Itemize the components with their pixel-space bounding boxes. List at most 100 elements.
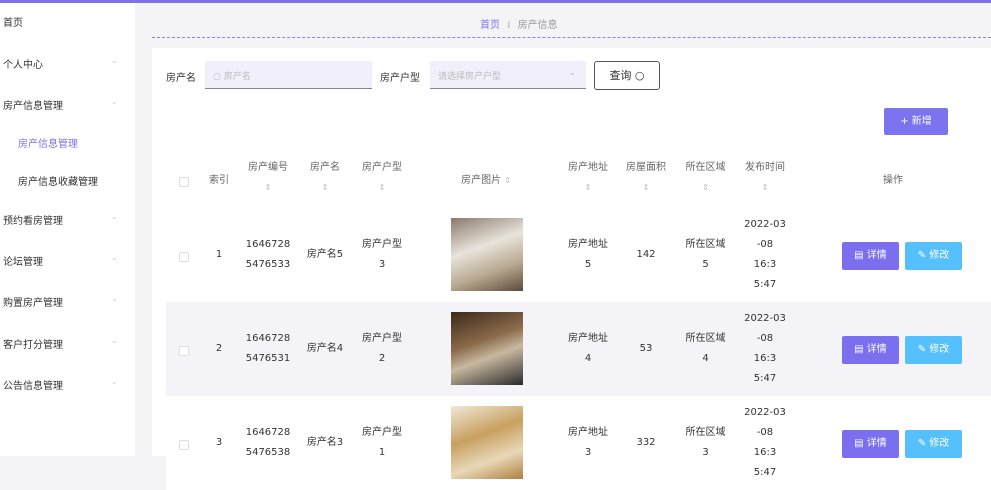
- sidebar-item[interactable]: 公告信息管理 ⌄: [3, 377, 118, 392]
- cell-index: 2: [215, 343, 223, 354]
- breadcrumb-current: 房产信息: [517, 20, 558, 31]
- sidebar-item-label: 房产信息管理: [3, 101, 63, 112]
- header-label: 房产名: [310, 162, 340, 173]
- divider: [152, 37, 991, 38]
- cell-area: 53: [639, 343, 653, 354]
- name-label: 房产名: [166, 73, 196, 84]
- sidebar-item[interactable]: 房产信息管理 ⌄: [3, 97, 118, 112]
- type-label: 房产户型: [380, 73, 420, 84]
- header-label: 所在区域: [685, 162, 726, 173]
- cell-area: 142: [636, 249, 656, 260]
- chevron-icon: ⌄: [111, 336, 118, 345]
- house-image[interactable]: [451, 312, 523, 385]
- cell-address: 房产地址 3: [568, 427, 608, 458]
- sort-icon[interactable]: ⇕: [352, 178, 412, 198]
- cell-address: 房产地址 4: [568, 333, 608, 364]
- column-header[interactable]: 索引: [200, 171, 238, 191]
- add-button[interactable]: + 新增: [884, 108, 948, 135]
- column-header[interactable]: 发布时间 ⇕: [735, 158, 795, 198]
- sidebar-item-label: 购置房产管理: [3, 298, 63, 309]
- row-checkbox[interactable]: [179, 440, 189, 450]
- sidebar-item-label: 论坛管理: [3, 257, 43, 268]
- sidebar-item[interactable]: 个人中心 ⌄: [3, 56, 118, 71]
- edit-button[interactable]: ✎ 修改: [905, 336, 962, 364]
- column-header[interactable]: 房屋面积 ⇕: [616, 158, 676, 198]
- sort-icon[interactable]: ⇕: [298, 178, 352, 198]
- cell-type: 房产户型 2: [362, 333, 402, 364]
- column-header[interactable]: 房产户型 ⇕: [352, 158, 412, 198]
- chevron-icon: ⌄: [111, 56, 118, 65]
- detail-button[interactable]: ▤ 详情: [842, 430, 899, 458]
- cell-code: 1646728 5476533: [245, 239, 291, 270]
- sidebar-item[interactable]: 房产信息收藏管理: [18, 173, 98, 188]
- sidebar-item[interactable]: 房产信息管理: [18, 135, 78, 150]
- sort-icon[interactable]: ⇕: [616, 178, 676, 198]
- cell-area: 332: [636, 437, 656, 448]
- type-select[interactable]: 请选择房产户型 ⌄: [430, 61, 586, 89]
- cell-type: 房产户型 1: [362, 427, 402, 458]
- cell-time: 2022-03 -08 16:3 5:47: [744, 407, 786, 478]
- header-label: 房产编号: [248, 162, 288, 173]
- header-label: 房屋面积: [626, 162, 666, 173]
- detail-button[interactable]: ▤ 详情: [842, 336, 899, 364]
- breadcrumb-home[interactable]: 首页: [480, 20, 500, 31]
- breadcrumb-separator-icon: ⁞: [507, 20, 511, 31]
- cell-region: 所在区域 3: [685, 427, 726, 458]
- cell-name: 房产名5: [306, 249, 344, 260]
- column-header[interactable]: 房产编号 ⇕: [238, 158, 298, 198]
- query-button[interactable]: 查询 ○: [594, 61, 660, 90]
- edit-button[interactable]: ✎ 修改: [905, 242, 962, 270]
- sort-icon[interactable]: ⇕: [560, 178, 616, 198]
- cell-type: 房产户型 3: [362, 239, 402, 270]
- cell-region: 所在区域 5: [685, 239, 726, 270]
- sidebar-item[interactable]: 首页: [3, 14, 23, 29]
- name-search-input[interactable]: ○ 房产名: [205, 61, 372, 89]
- header-label: 操作: [883, 175, 903, 186]
- sort-icon[interactable]: ⇕: [504, 176, 511, 185]
- sidebar-item-label: 公告信息管理: [3, 381, 63, 392]
- chevron-icon: ⌄: [111, 294, 118, 303]
- column-header[interactable]: 房产名 ⇕: [298, 158, 352, 198]
- sidebar-item-label: 客户打分管理: [3, 340, 63, 351]
- select-all-checkbox[interactable]: [179, 177, 189, 187]
- chevron-icon: ⌄: [111, 212, 118, 221]
- house-image[interactable]: [451, 218, 523, 291]
- header-label: 索引: [209, 175, 229, 186]
- sort-icon[interactable]: ⇕: [238, 178, 298, 198]
- header-label: 房产地址: [568, 162, 608, 173]
- chevron-icon: ⌄: [111, 97, 118, 106]
- cell-code: 1646728 5476538: [245, 427, 291, 458]
- header-label: 房产户型: [362, 162, 402, 173]
- sort-icon[interactable]: ⇕: [676, 178, 735, 198]
- sidebar-item-label: 房产信息收藏管理: [18, 177, 98, 188]
- chevron-down-icon: ⌄: [568, 68, 576, 78]
- cell-time: 2022-03 -08 16:3 5:47: [744, 219, 786, 290]
- column-header[interactable]: 房产图片 ⇕: [412, 171, 560, 191]
- cell-index: 1: [215, 249, 223, 260]
- row-checkbox[interactable]: [179, 252, 189, 262]
- row-checkbox[interactable]: [179, 346, 189, 356]
- cell-index: 3: [215, 437, 223, 448]
- cell-name: 房产名4: [306, 343, 344, 354]
- column-header[interactable]: 所在区域 ⇕: [676, 158, 735, 198]
- search-icon: ○: [213, 72, 224, 82]
- column-header[interactable]: 房产地址 ⇕: [560, 158, 616, 198]
- edit-button[interactable]: ✎ 修改: [905, 430, 962, 458]
- sidebar-item[interactable]: 购置房产管理 ⌄: [3, 294, 118, 309]
- header-label: 发布时间: [745, 162, 785, 173]
- column-header[interactable]: 操作: [795, 171, 991, 191]
- house-image[interactable]: [451, 406, 523, 479]
- sidebar: 首页 个人中心 ⌄ 房产信息管理 ⌄ 房产信息管理 房产信息收藏管理 预约看房管理 ⌄ 论坛管理 ⌄…: [0, 3, 135, 456]
- header-label: 房产图片: [461, 175, 502, 186]
- cell-address: 房产地址 5: [568, 239, 608, 270]
- sidebar-item[interactable]: 论坛管理 ⌄: [3, 253, 118, 268]
- sidebar-item[interactable]: 预约看房管理 ⌄: [3, 212, 118, 227]
- sidebar-item[interactable]: 客户打分管理 ⌄: [3, 336, 118, 351]
- breadcrumb: 首页 ⁞ 房产信息: [480, 16, 558, 31]
- chevron-icon: ⌄: [111, 377, 118, 386]
- cell-name: 房产名3: [306, 437, 344, 448]
- sidebar-item-label: 房产信息管理: [18, 139, 78, 150]
- sort-icon[interactable]: ⇕: [735, 178, 795, 198]
- cell-time: 2022-03 -08 16:3 5:47: [744, 313, 786, 384]
- detail-button[interactable]: ▤ 详情: [842, 242, 899, 270]
